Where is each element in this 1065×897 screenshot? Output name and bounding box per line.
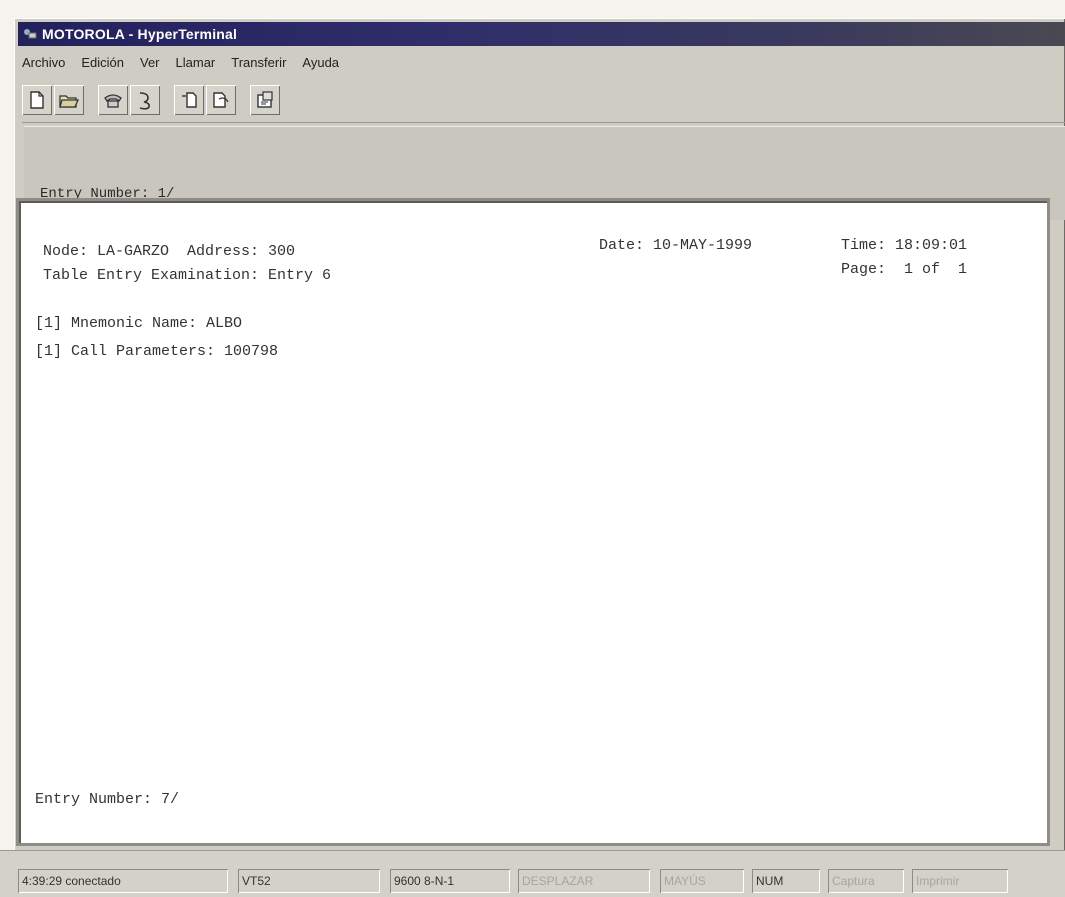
port-settings-status: 9600 8-N-1 bbox=[390, 869, 510, 893]
status-bar: 4:39:29 conectado VT52 9600 8-N-1 DESPLA… bbox=[0, 850, 1065, 897]
time-line: Time: 18:09:01 bbox=[841, 237, 968, 254]
entry-number-prompt: Entry Number: 7/ bbox=[35, 791, 180, 808]
open-folder-icon bbox=[59, 95, 79, 108]
terminal-screen[interactable]: Node: LA-GARZO Address: 300 Date: 10-MAY… bbox=[16, 198, 1050, 846]
menu-bar: Archivo Edición Ver Llamar Transferir Ay… bbox=[20, 51, 1065, 73]
receive-file-icon bbox=[213, 92, 229, 108]
table-entry-line: Table Entry Examination: Entry 6 bbox=[43, 267, 332, 284]
new-document-button[interactable] bbox=[22, 85, 52, 115]
connect-phone-icon bbox=[104, 94, 122, 108]
num-lock-status: NUM bbox=[752, 869, 820, 893]
menu-edicion[interactable]: Edición bbox=[79, 54, 126, 71]
send-file-icon bbox=[182, 92, 197, 108]
open-button[interactable] bbox=[54, 85, 84, 115]
title-bar[interactable]: MOTOROLA - HyperTerminal bbox=[18, 22, 1065, 46]
send-button[interactable] bbox=[174, 85, 204, 115]
new-document-icon bbox=[30, 91, 44, 109]
menu-archivo[interactable]: Archivo bbox=[20, 54, 67, 71]
print-status: Imprimir bbox=[912, 869, 1008, 893]
hyperterminal-icon bbox=[22, 26, 38, 42]
menu-ver[interactable]: Ver bbox=[138, 54, 162, 71]
menu-llamar[interactable]: Llamar bbox=[174, 54, 218, 71]
menu-transferir[interactable]: Transferir bbox=[229, 54, 288, 71]
properties-icon bbox=[257, 91, 273, 108]
menu-ayuda[interactable]: Ayuda bbox=[300, 54, 341, 71]
properties-button[interactable] bbox=[250, 85, 280, 115]
call-button[interactable] bbox=[98, 85, 128, 115]
caps-lock-status: MAYÚS bbox=[660, 869, 744, 893]
window-title: MOTOROLA - HyperTerminal bbox=[42, 26, 238, 42]
call-parameters-line: [1] Call Parameters: 100798 bbox=[35, 343, 279, 360]
page-line: Page: 1 of 1 bbox=[841, 261, 968, 278]
disconnect-button[interactable] bbox=[130, 85, 160, 115]
disconnect-icon bbox=[139, 92, 150, 110]
mnemonic-name-line: [1] Mnemonic Name: ALBO bbox=[35, 315, 243, 332]
capture-status: Captura bbox=[828, 869, 904, 893]
date-line: Date: 10-MAY-1999 bbox=[599, 237, 753, 254]
toolbar bbox=[22, 78, 1065, 123]
connection-time-status: 4:39:29 conectado bbox=[18, 869, 228, 893]
scroll-lock-status: DESPLAZAR bbox=[518, 869, 650, 893]
emulation-status: VT52 bbox=[238, 869, 380, 893]
node-address-line: Node: LA-GARZO Address: 300 bbox=[43, 243, 296, 260]
receive-button[interactable] bbox=[206, 85, 236, 115]
